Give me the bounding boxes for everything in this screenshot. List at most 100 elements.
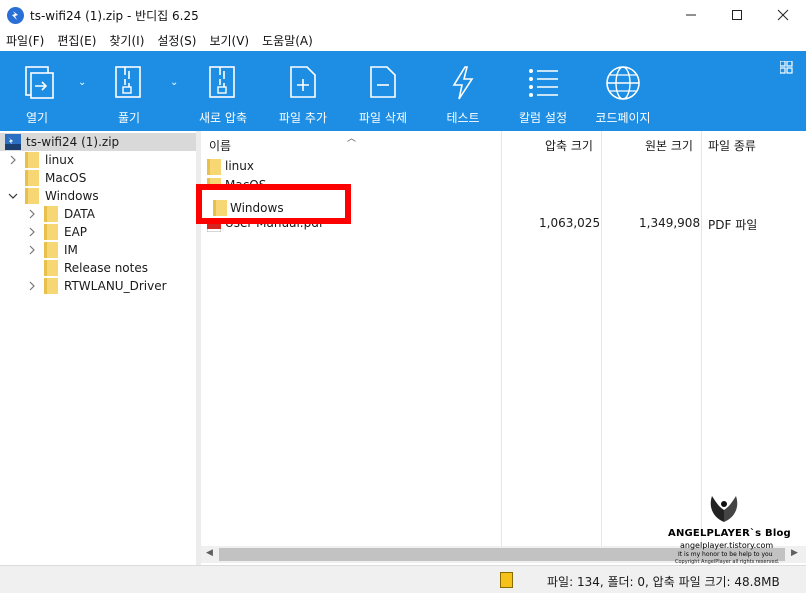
- archive-status-icon: [500, 572, 513, 588]
- tree-item-im[interactable]: IM: [0, 241, 196, 259]
- tree-item-linux[interactable]: linux: [0, 151, 196, 169]
- tree-item-label: IM: [64, 243, 78, 257]
- folder-icon: [25, 170, 39, 186]
- columns-label: 칼럼 설정: [519, 111, 567, 125]
- open-label: 열기: [25, 111, 49, 125]
- new-archive-label: 새로 압축: [199, 111, 247, 125]
- chevron-down-icon[interactable]: [8, 191, 18, 201]
- column-header-file-type[interactable]: 파일 종류: [708, 137, 756, 154]
- tree-item-label: Release notes: [64, 261, 148, 275]
- tree-item-label: Windows: [45, 189, 99, 203]
- open-archive-icon: [25, 66, 54, 99]
- delete-file-icon: [370, 66, 396, 98]
- chevron-right-icon[interactable]: [27, 245, 37, 255]
- add-file-icon: [290, 66, 316, 98]
- tree-item-label: RTWLANU_Driver: [64, 279, 167, 293]
- menu-edit[interactable]: 편집(E): [57, 32, 96, 49]
- scroll-left-icon[interactable]: ◀: [206, 548, 213, 558]
- open-button[interactable]: 열기: [14, 51, 60, 131]
- codepage-label: 코드페이지: [595, 111, 651, 125]
- globe-icon: [606, 66, 640, 100]
- list-columns-icon: [529, 69, 558, 97]
- test-label: 테스트: [446, 111, 480, 125]
- minimize-button[interactable]: [668, 0, 714, 30]
- menu-help[interactable]: 도움말(A): [262, 32, 313, 49]
- file-row-linux[interactable]: linux: [201, 157, 806, 176]
- open-dropdown-arrow[interactable]: ⌄: [78, 77, 86, 88]
- watermark-tagline: It is my honor to be help to you: [678, 551, 773, 558]
- blog-watermark: ANGELPLAYER`s Blog angelplayer.tistory.c…: [660, 488, 791, 568]
- title-bar: ts-wifi24 (1).zip - 반디집 6.25: [0, 0, 806, 30]
- folder-icon: [44, 242, 58, 258]
- layout-grid-icon[interactable]: [780, 61, 793, 74]
- add-file-button[interactable]: 파일 추가: [279, 51, 327, 131]
- angel-wings-logo: [710, 496, 738, 522]
- maximize-icon: [732, 10, 742, 20]
- file-type: PDF 파일: [708, 218, 758, 232]
- chevron-right-icon[interactable]: [8, 155, 18, 165]
- minimize-icon: [686, 14, 696, 16]
- status-bar: 파일: 134, 폴더: 0, 압축 파일 크기: 48.8MB: [0, 565, 806, 593]
- zip-archive-icon: [5, 134, 21, 150]
- tree-item-label: EAP: [64, 225, 88, 239]
- column-header-name[interactable]: 이름: [209, 137, 231, 154]
- folder-icon: [44, 224, 58, 240]
- file-row-windows[interactable]: Windows: [212, 199, 342, 217]
- watermark-title: ANGELPLAYER`s Blog: [668, 528, 791, 539]
- tree-item-eap[interactable]: EAP: [0, 223, 196, 241]
- menu-view[interactable]: 보기(V): [209, 32, 249, 49]
- extract-button[interactable]: 풀기: [106, 51, 152, 131]
- test-button[interactable]: 테스트: [440, 51, 486, 131]
- tree-item-label: linux: [45, 153, 74, 167]
- delete-file-label: 파일 삭제: [359, 111, 407, 125]
- menu-file[interactable]: 파일(F): [6, 32, 44, 49]
- tree-item-windows[interactable]: Windows: [0, 187, 196, 205]
- toolbar: 열기 ⌄ 풀기 ⌄ 새로 압축 파일 추가 파일 삭제 테스트 칼럼 설정 코드…: [0, 51, 806, 131]
- folder-icon: [44, 206, 58, 222]
- folder-icon: [207, 159, 221, 175]
- folder-icon: [44, 278, 58, 294]
- scroll-right-icon[interactable]: ▶: [791, 548, 798, 558]
- new-archive-button[interactable]: 새로 압축: [199, 51, 247, 131]
- new-archive-icon: [209, 66, 235, 98]
- close-icon: [777, 9, 789, 21]
- codepage-button[interactable]: 코드페이지: [595, 51, 651, 131]
- chevron-right-icon[interactable]: [27, 227, 37, 237]
- tree-root-label: ts-wifi24 (1).zip: [26, 135, 120, 149]
- lightning-icon: [452, 66, 474, 100]
- packed-size: 1,063,025: [539, 216, 601, 230]
- tree-item-rtwlanu-driver[interactable]: RTWLANU_Driver: [0, 277, 196, 295]
- menu-settings[interactable]: 설정(S): [157, 32, 196, 49]
- tree-item-data[interactable]: DATA: [0, 205, 196, 223]
- watermark-url: angelplayer.tistory.com: [680, 541, 774, 550]
- menu-bar: 파일(F) 편집(E) 찾기(I) 설정(S) 보기(V) 도움말(A): [0, 30, 806, 51]
- tree-item-label: MacOS: [45, 171, 87, 185]
- folder-icon: [213, 200, 227, 216]
- tree-item-label: DATA: [64, 207, 95, 221]
- tree-item-release-notes[interactable]: Release notes: [0, 259, 196, 277]
- column-header-original-size[interactable]: 원본 크기: [645, 137, 693, 154]
- extract-zip-icon: [115, 66, 141, 98]
- delete-file-button[interactable]: 파일 삭제: [359, 51, 407, 131]
- folder-icon: [25, 188, 39, 204]
- column-header-packed-size[interactable]: 압축 크기: [545, 137, 593, 154]
- close-button[interactable]: [760, 0, 806, 30]
- file-name: linux: [225, 159, 254, 173]
- bandizip-app-icon: [7, 7, 24, 24]
- columns-button[interactable]: 칼럼 설정: [519, 51, 567, 131]
- chevron-right-icon[interactable]: [27, 209, 37, 219]
- folder-icon: [44, 260, 58, 276]
- extract-dropdown-arrow[interactable]: ⌄: [170, 77, 178, 88]
- menu-find[interactable]: 찾기(I): [109, 32, 144, 49]
- add-file-label: 파일 추가: [279, 111, 327, 125]
- file-name: Windows: [230, 201, 284, 215]
- sort-ascending-icon: ︿: [347, 134, 357, 144]
- maximize-button[interactable]: [714, 0, 760, 30]
- folder-tree: ts-wifi24 (1).zip linux MacOS Windows DA…: [0, 131, 196, 565]
- folder-icon: [25, 152, 39, 168]
- extract-label: 풀기: [117, 111, 141, 125]
- tree-item-macos[interactable]: MacOS: [0, 169, 196, 187]
- status-text: 파일: 134, 폴더: 0, 압축 파일 크기: 48.8MB: [547, 575, 780, 589]
- tree-root-archive[interactable]: ts-wifi24 (1).zip: [0, 133, 196, 151]
- chevron-right-icon[interactable]: [27, 281, 37, 291]
